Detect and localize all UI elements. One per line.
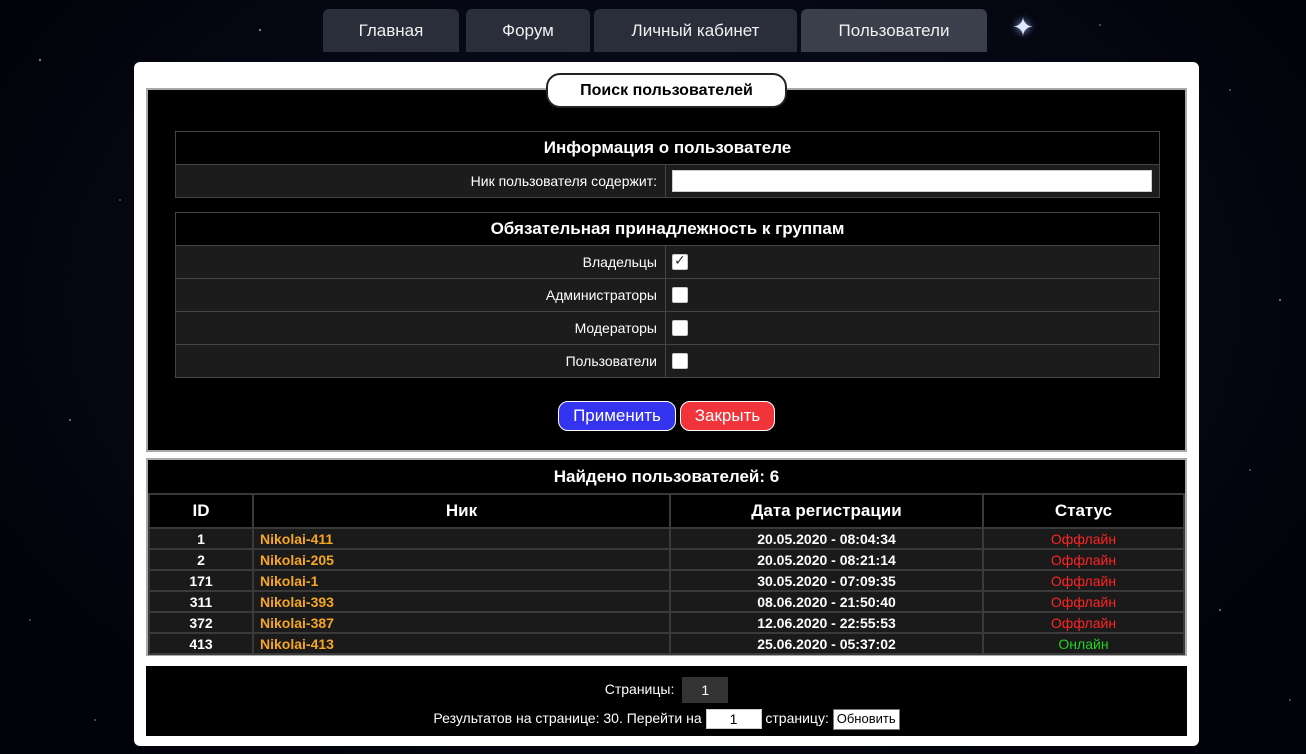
owners-checkbox[interactable] bbox=[672, 252, 688, 270]
users-checkbox[interactable] bbox=[672, 353, 688, 369]
refresh-button[interactable]: Обновить bbox=[832, 708, 900, 730]
user-id: 413 bbox=[148, 632, 254, 655]
user-reg-date: 25.06.2020 - 05:37:02 bbox=[669, 632, 984, 655]
user-nick-link[interactable]: Nikolai-411 bbox=[252, 527, 671, 550]
nick-filter-input[interactable] bbox=[672, 170, 1152, 192]
nick-filter-label: Ник пользователя содержит: bbox=[176, 165, 666, 197]
table-row: 311 Nikolai-393 08.06.2020 - 21:50:40 Оф… bbox=[148, 590, 1185, 613]
group-label-users: Пользователи bbox=[176, 345, 666, 377]
group-row-users: Пользователи bbox=[176, 345, 1159, 377]
pages-label: Страницы: bbox=[604, 681, 675, 697]
user-id: 2 bbox=[148, 548, 254, 571]
users-table: ID Ник Дата регистрации Статус 1 Nikolai… bbox=[148, 493, 1185, 655]
nav-tab-forum[interactable]: Форум bbox=[466, 9, 590, 52]
col-nick[interactable]: Ник bbox=[252, 493, 671, 529]
user-nick-link[interactable]: Nikolai-387 bbox=[252, 611, 671, 634]
groups-section: Обязательная принадлежность к группам Вл… bbox=[175, 212, 1160, 378]
group-row-admins: Администраторы bbox=[176, 279, 1159, 312]
table-row: 372 Nikolai-387 12.06.2020 - 22:55:53 Оф… bbox=[148, 611, 1185, 634]
user-info-heading: Информация о пользователе bbox=[176, 132, 1159, 165]
table-row: 413 Nikolai-413 25.06.2020 - 05:37:02 Он… bbox=[148, 632, 1185, 655]
content-panel: Информация о пользователе Ник пользовате… bbox=[134, 62, 1199, 746]
star-decoration-icon: ✦ bbox=[1012, 12, 1034, 42]
user-reg-date: 08.06.2020 - 21:50:40 bbox=[669, 590, 984, 613]
goto-page-input[interactable] bbox=[705, 709, 762, 730]
user-status: Оффлайн bbox=[982, 590, 1185, 613]
user-status: Онлайн bbox=[982, 632, 1185, 655]
page-suffix-text: страницу: bbox=[765, 710, 829, 726]
user-nick-link[interactable]: Nikolai-1 bbox=[252, 569, 671, 592]
search-legend: Поиск пользователей bbox=[546, 73, 787, 108]
group-label-moderators: Модераторы bbox=[176, 312, 666, 344]
nick-filter-row: Ник пользователя содержит: bbox=[176, 165, 1159, 197]
col-status[interactable]: Статус bbox=[982, 493, 1185, 529]
per-page-line: Результатов на странице: 30. Перейти на … bbox=[146, 707, 1187, 730]
user-info-section: Информация о пользователе Ник пользовате… bbox=[175, 131, 1160, 198]
user-reg-date: 20.05.2020 - 08:21:14 bbox=[669, 548, 984, 571]
group-label-owners: Владельцы bbox=[176, 246, 666, 278]
search-form: Информация о пользователе Ник пользовате… bbox=[146, 88, 1187, 452]
table-row: 2 Nikolai-205 20.05.2020 - 08:21:14 Оффл… bbox=[148, 548, 1185, 571]
group-label-admins: Администраторы bbox=[176, 279, 666, 311]
groups-heading: Обязательная принадлежность к группам bbox=[176, 213, 1159, 246]
table-row: 1 Nikolai-411 20.05.2020 - 08:04:34 Оффл… bbox=[148, 527, 1185, 550]
user-status: Оффлайн bbox=[982, 569, 1185, 592]
nav-tab-users[interactable]: Пользователи bbox=[801, 9, 987, 52]
user-reg-date: 20.05.2020 - 08:04:34 bbox=[669, 527, 984, 550]
table-row: 171 Nikolai-1 30.05.2020 - 07:09:35 Оффл… bbox=[148, 569, 1185, 592]
nav-tab-cabinet[interactable]: Личный кабинет bbox=[594, 9, 797, 52]
group-row-owners: Владельцы bbox=[176, 246, 1159, 279]
user-nick-link[interactable]: Nikolai-413 bbox=[252, 632, 671, 655]
pagination: Страницы: 1 Результатов на странице: 30.… bbox=[146, 666, 1187, 736]
per-page-text: Результатов на странице: 30. Перейти на bbox=[433, 710, 702, 726]
apply-button[interactable]: Применить bbox=[558, 401, 676, 431]
close-button[interactable]: Закрыть bbox=[680, 401, 775, 431]
user-status: Оффлайн bbox=[982, 611, 1185, 634]
col-id[interactable]: ID bbox=[148, 493, 254, 529]
user-nick-link[interactable]: Nikolai-393 bbox=[252, 590, 671, 613]
group-row-moderators: Модераторы bbox=[176, 312, 1159, 345]
user-status: Оффлайн bbox=[982, 548, 1185, 571]
results-count: Найдено пользователей: 6 bbox=[553, 467, 780, 486]
pages-line: Страницы: 1 bbox=[146, 677, 1187, 704]
nav-tab-home[interactable]: Главная bbox=[323, 9, 459, 52]
user-nick-link[interactable]: Nikolai-205 bbox=[252, 548, 671, 571]
user-id: 311 bbox=[148, 590, 254, 613]
user-id: 171 bbox=[148, 569, 254, 592]
page-number-button[interactable]: 1 bbox=[682, 677, 729, 704]
col-reg-date[interactable]: Дата регистрации bbox=[669, 493, 984, 529]
user-id: 372 bbox=[148, 611, 254, 634]
user-reg-date: 30.05.2020 - 07:09:35 bbox=[669, 569, 984, 592]
user-id: 1 bbox=[148, 527, 254, 550]
results-panel: Найдено пользователей: 6 ID Ник Дата рег… bbox=[146, 458, 1187, 656]
admins-checkbox[interactable] bbox=[672, 287, 688, 303]
user-reg-date: 12.06.2020 - 22:55:53 bbox=[669, 611, 984, 634]
user-status: Оффлайн bbox=[982, 527, 1185, 550]
moderators-checkbox[interactable] bbox=[672, 320, 688, 336]
